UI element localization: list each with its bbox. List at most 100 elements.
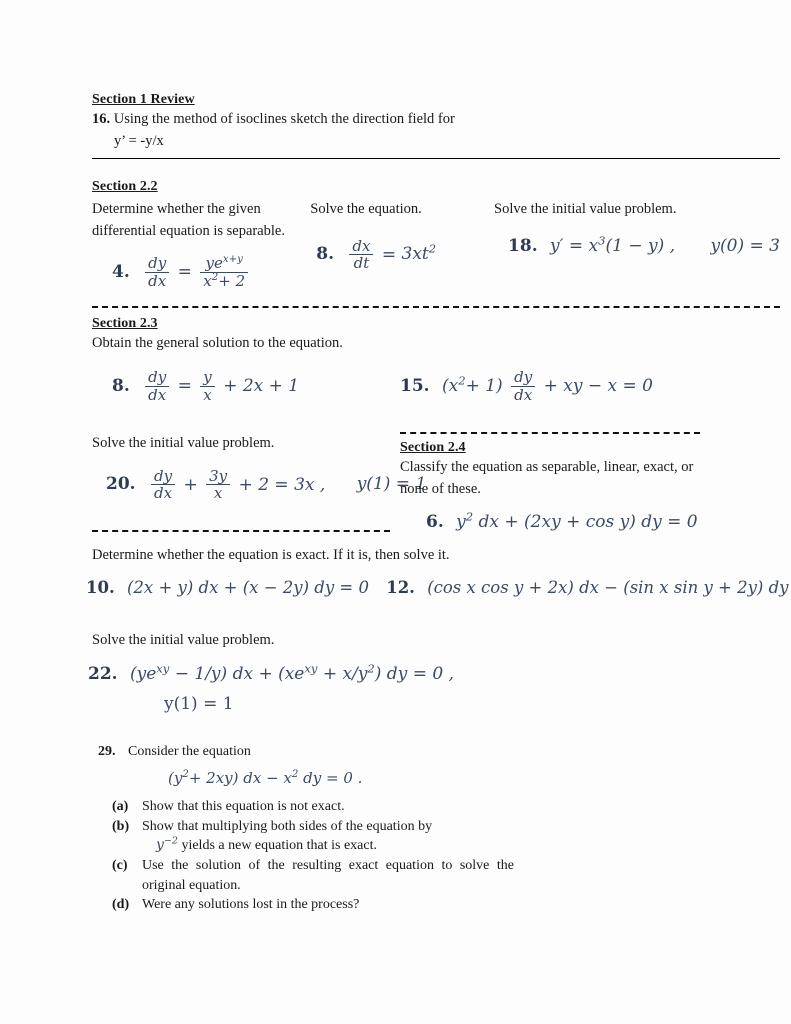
- section-heading: Section 2.4: [400, 440, 466, 455]
- section-heading: Section 2.3: [92, 315, 158, 331]
- problem-4: 4. dy dx = yex+y x2+ 2: [92, 255, 310, 290]
- problem-16: 16. Using the method of isoclines sketch…: [92, 110, 780, 130]
- problem-number: 18.: [508, 235, 538, 256]
- stem-text: Consider the equation: [128, 744, 251, 760]
- section-heading: Section 2.2: [92, 179, 158, 195]
- problem-8-wrapper: 8. dy dx = y x + 2x + 1: [92, 369, 396, 404]
- instruction-ivp-exact: Solve the initial value problem.: [92, 631, 275, 648]
- problem-number: 8.: [316, 244, 334, 265]
- part-label: (b): [112, 818, 130, 834]
- problem-6: 6. y2 dx + (2xy + cos y) dy = 0: [400, 509, 780, 533]
- problems-10-12-row: 10. (2x + y) dx + (x − 2y) dy = 0 12. (c…: [86, 577, 791, 597]
- derivative-dy-dx: dy dx: [145, 255, 170, 290]
- problem-29: 29. Consider the equation (y2+ 2xy) dx −…: [92, 744, 780, 915]
- ivp-left-column: Solve the initial value problem. 20. dy …: [92, 432, 426, 533]
- plus-sign: +: [183, 474, 198, 495]
- problem-number: 16.: [92, 111, 111, 127]
- problem-number: 22.: [88, 664, 118, 685]
- column-solve-equation: Solve the equation. 8. dx dt = 3xt2: [310, 198, 494, 290]
- problem-16-equation: y’ = -y/x: [114, 132, 164, 149]
- section-divider-solid: [92, 158, 780, 160]
- section-2-3: Section 2.3 Obtain the general solution …: [92, 315, 780, 533]
- equation: y2 dx + (2xy + cos y) dy = 0: [456, 509, 698, 533]
- instruction-line1: Determine whether the given: [92, 201, 261, 218]
- problem-number: 29.: [98, 744, 116, 760]
- section-1-review: Section 1 Review 16. Using the method of…: [92, 92, 780, 160]
- derivative-dy-dx: dy dx: [511, 369, 536, 404]
- instruction-classify-line2: none of these.: [400, 480, 481, 497]
- problem-22: 22. (yexy − 1/y) dx + (xexy + x/y2) dy =…: [88, 661, 780, 685]
- rhs: 3xt2: [401, 241, 437, 265]
- problem-number: 4.: [112, 262, 130, 283]
- problem-number: 12.: [386, 577, 415, 597]
- lead-factor: (x2+ 1): [441, 373, 503, 397]
- instruction-general: Obtain the general solution to the equat…: [92, 334, 343, 351]
- y-over-x: y x: [200, 369, 215, 404]
- problem-29-part-a: (a) Show that this equation is not exact…: [112, 797, 780, 817]
- three-y-over-x: 3y x: [206, 467, 231, 503]
- problem-number: 10.: [86, 577, 115, 597]
- column-ivp: Solve the initial value problem. 18. y′ …: [494, 198, 780, 290]
- part-label: (a): [112, 799, 129, 815]
- problem-29-part-d: (d) Were any solutions lost in the proce…: [112, 895, 780, 915]
- part-text: Show that this equation is not exact.: [142, 799, 345, 815]
- equals-sign: =: [381, 244, 397, 265]
- part-text: Use the solution of the resulting exact …: [142, 858, 514, 893]
- problem-29-equation: (y2+ 2xy) dx − x2 dy = 0 .: [168, 769, 363, 788]
- problem-29-parts: (a) Show that this equation is not exact…: [98, 797, 780, 915]
- rhs-fraction: yex+y x2+ 2: [200, 255, 249, 290]
- multiplier-expression: y−2: [156, 835, 178, 854]
- problem-15-wrapper: 15. (x2+ 1) dy dx + xy − x = 0: [396, 369, 780, 404]
- problem-number: 15.: [400, 376, 430, 397]
- equation: y′ = x3(1 − y) ,: [550, 233, 676, 256]
- section-heading: Section 1 Review: [92, 92, 195, 107]
- section-2-4-intro: Section 2.4 Classify the equation as sep…: [396, 432, 780, 532]
- problem-10-equation: (2x + y) dx + (x − 2y) dy = 0: [126, 577, 369, 597]
- equation: (yexy − 1/y) dx + (xexy + x/y2) dy = 0 ,: [129, 661, 454, 685]
- exactness-block: Determine whether the equation is exact.…: [86, 546, 791, 715]
- divider-dashed-left: [92, 530, 390, 533]
- problem-18: 18. y′ = x3(1 − y) , y(0) = 3: [494, 233, 780, 256]
- problem-number: 20.: [106, 474, 136, 495]
- divider-dashed-right: [400, 432, 700, 434]
- problem-number: 8.: [112, 376, 130, 397]
- problem-8-sec22: 8. dx dt = 3xt2: [310, 237, 494, 273]
- equation-tail: + 2 = 3x ,: [238, 474, 326, 495]
- problem-number: 6.: [426, 512, 444, 533]
- instruction-exact: Determine whether the equation is exact.…: [92, 547, 450, 564]
- part-label: (c): [112, 858, 128, 874]
- section-divider-dashed: [92, 305, 780, 308]
- rhs-tail: + 2x + 1: [223, 376, 300, 397]
- equals-sign: =: [177, 262, 192, 283]
- part-b-line2: y−2 yields a new equation that is exact.: [142, 835, 378, 854]
- section-2-3-equations-row: 8. dy dx = y x + 2x + 1 15. (x2+ 1) dy d…: [92, 369, 780, 404]
- section-2-2-columns: Determine whether the given differential…: [92, 198, 780, 290]
- problem-20: 20. dy dx + 3y x + 2 = 3x , y(1) = 1: [92, 467, 426, 503]
- problem-12-equation: (cos x cos y + 2x) dx − (sin x sin y + 2…: [427, 577, 791, 597]
- part-label: (d): [112, 897, 130, 913]
- part-text: Were any solutions lost in the process?: [142, 897, 360, 913]
- worksheet-page: Section 1 Review 16. Using the method of…: [0, 0, 791, 1024]
- derivative-dy-dx: dy dx: [145, 369, 170, 404]
- document-content: Section 1 Review 16. Using the method of…: [86, 92, 791, 915]
- part-text-line2: yields a new equation that is exact.: [181, 838, 378, 854]
- initial-condition: y(0) = 3: [710, 235, 780, 256]
- column-separable: Determine whether the given differential…: [92, 198, 310, 290]
- instruction-classify-line1: Classify the equation as separable, line…: [400, 459, 694, 475]
- problem-8-sec23: 8. dy dx = y x + 2x + 1: [92, 369, 396, 404]
- instruction: Solve the equation.: [310, 201, 422, 218]
- problem-22-initial-condition: y(1) = 1: [164, 694, 234, 715]
- problem-29-part-c: (c) Use the solution of the resulting ex…: [112, 856, 780, 895]
- equation-tail: + xy − x = 0: [543, 376, 653, 397]
- instruction-line2: differential equation is separable.: [92, 222, 285, 239]
- instruction-ivp: Solve the initial value problem.: [92, 435, 275, 451]
- problem-15: 15. (x2+ 1) dy dx + xy − x = 0: [400, 369, 780, 404]
- derivative-dy-dx: dy dx: [150, 467, 176, 503]
- problem-29-stem: 29. Consider the equation: [98, 744, 780, 760]
- problem-29-part-b: (b) Show that multiplying both sides of …: [112, 817, 780, 856]
- instruction: Solve the initial value problem.: [494, 201, 677, 218]
- problem-text: Using the method of isoclines sketch the…: [113, 111, 455, 127]
- section-2-3-ivp-row: Solve the initial value problem. 20. dy …: [92, 432, 780, 533]
- derivative-dx-dt: dx dt: [349, 237, 374, 273]
- part-text-line1: Show that multiplying both sides of the …: [142, 818, 433, 834]
